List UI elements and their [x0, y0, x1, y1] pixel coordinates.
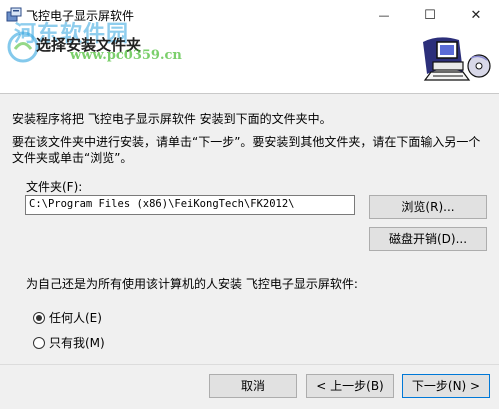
back-button[interactable]: < 上一步(B) — [306, 374, 394, 398]
computer-disk-illustration — [423, 37, 491, 81]
watermark-url: www.pc0359.cn — [70, 48, 182, 63]
cancel-button[interactable]: 取消 — [209, 374, 297, 398]
close-icon: ✕ — [470, 7, 482, 23]
instructions-text: 要在该文件夹中进行安装，请单击“下一步”。要安装到其他文件夹，请在下面输入另一个… — [12, 135, 481, 165]
minimize-icon: — — [378, 8, 390, 22]
folder-path-input[interactable]: C:\Program Files (x86)\FeiKongTech\FK201… — [25, 195, 355, 215]
footer-divider — [0, 364, 499, 365]
minimize-button[interactable]: — — [361, 0, 407, 30]
wizard-body: 安装程序将把 飞控电子显示屏软件 安装到下面的文件夹中。 要在该文件夹中进行安装… — [0, 94, 499, 364]
radio-just-me-indicator[interactable] — [33, 336, 45, 349]
radio-just-me-label: 只有我(M) — [49, 336, 105, 350]
radio-everyone[interactable]: 任何人(E) — [33, 309, 102, 326]
maximize-button[interactable]: ☐ — [407, 0, 453, 30]
wizard-header: 河东软件园 选择安装文件夹 www.pc0359.cn — [0, 21, 499, 94]
radio-just-me[interactable]: 只有我(M) — [33, 334, 105, 351]
maximize-icon: ☐ — [424, 7, 436, 23]
folder-label: 文件夹(F): — [26, 180, 83, 194]
install-for-label: 为自己还是为所有使用该计算机的人安装 飞控电子显示屏软件: — [26, 277, 358, 291]
installer-window: 飞控电子显示屏软件 — ☐ ✕ 河东软件园 选择安装文件夹 www.pc0359… — [0, 0, 499, 409]
browse-button[interactable]: 浏览(R)... — [369, 195, 487, 219]
radio-everyone-label: 任何人(E) — [49, 311, 102, 325]
radio-everyone-indicator[interactable] — [33, 311, 45, 324]
next-button[interactable]: 下一步(N) > — [402, 374, 490, 398]
close-button[interactable]: ✕ — [453, 0, 499, 30]
intro-text: 安装程序将把 飞控电子显示屏软件 安装到下面的文件夹中。 — [12, 112, 332, 126]
disk-cost-button[interactable]: 磁盘开销(D)... — [369, 227, 487, 251]
